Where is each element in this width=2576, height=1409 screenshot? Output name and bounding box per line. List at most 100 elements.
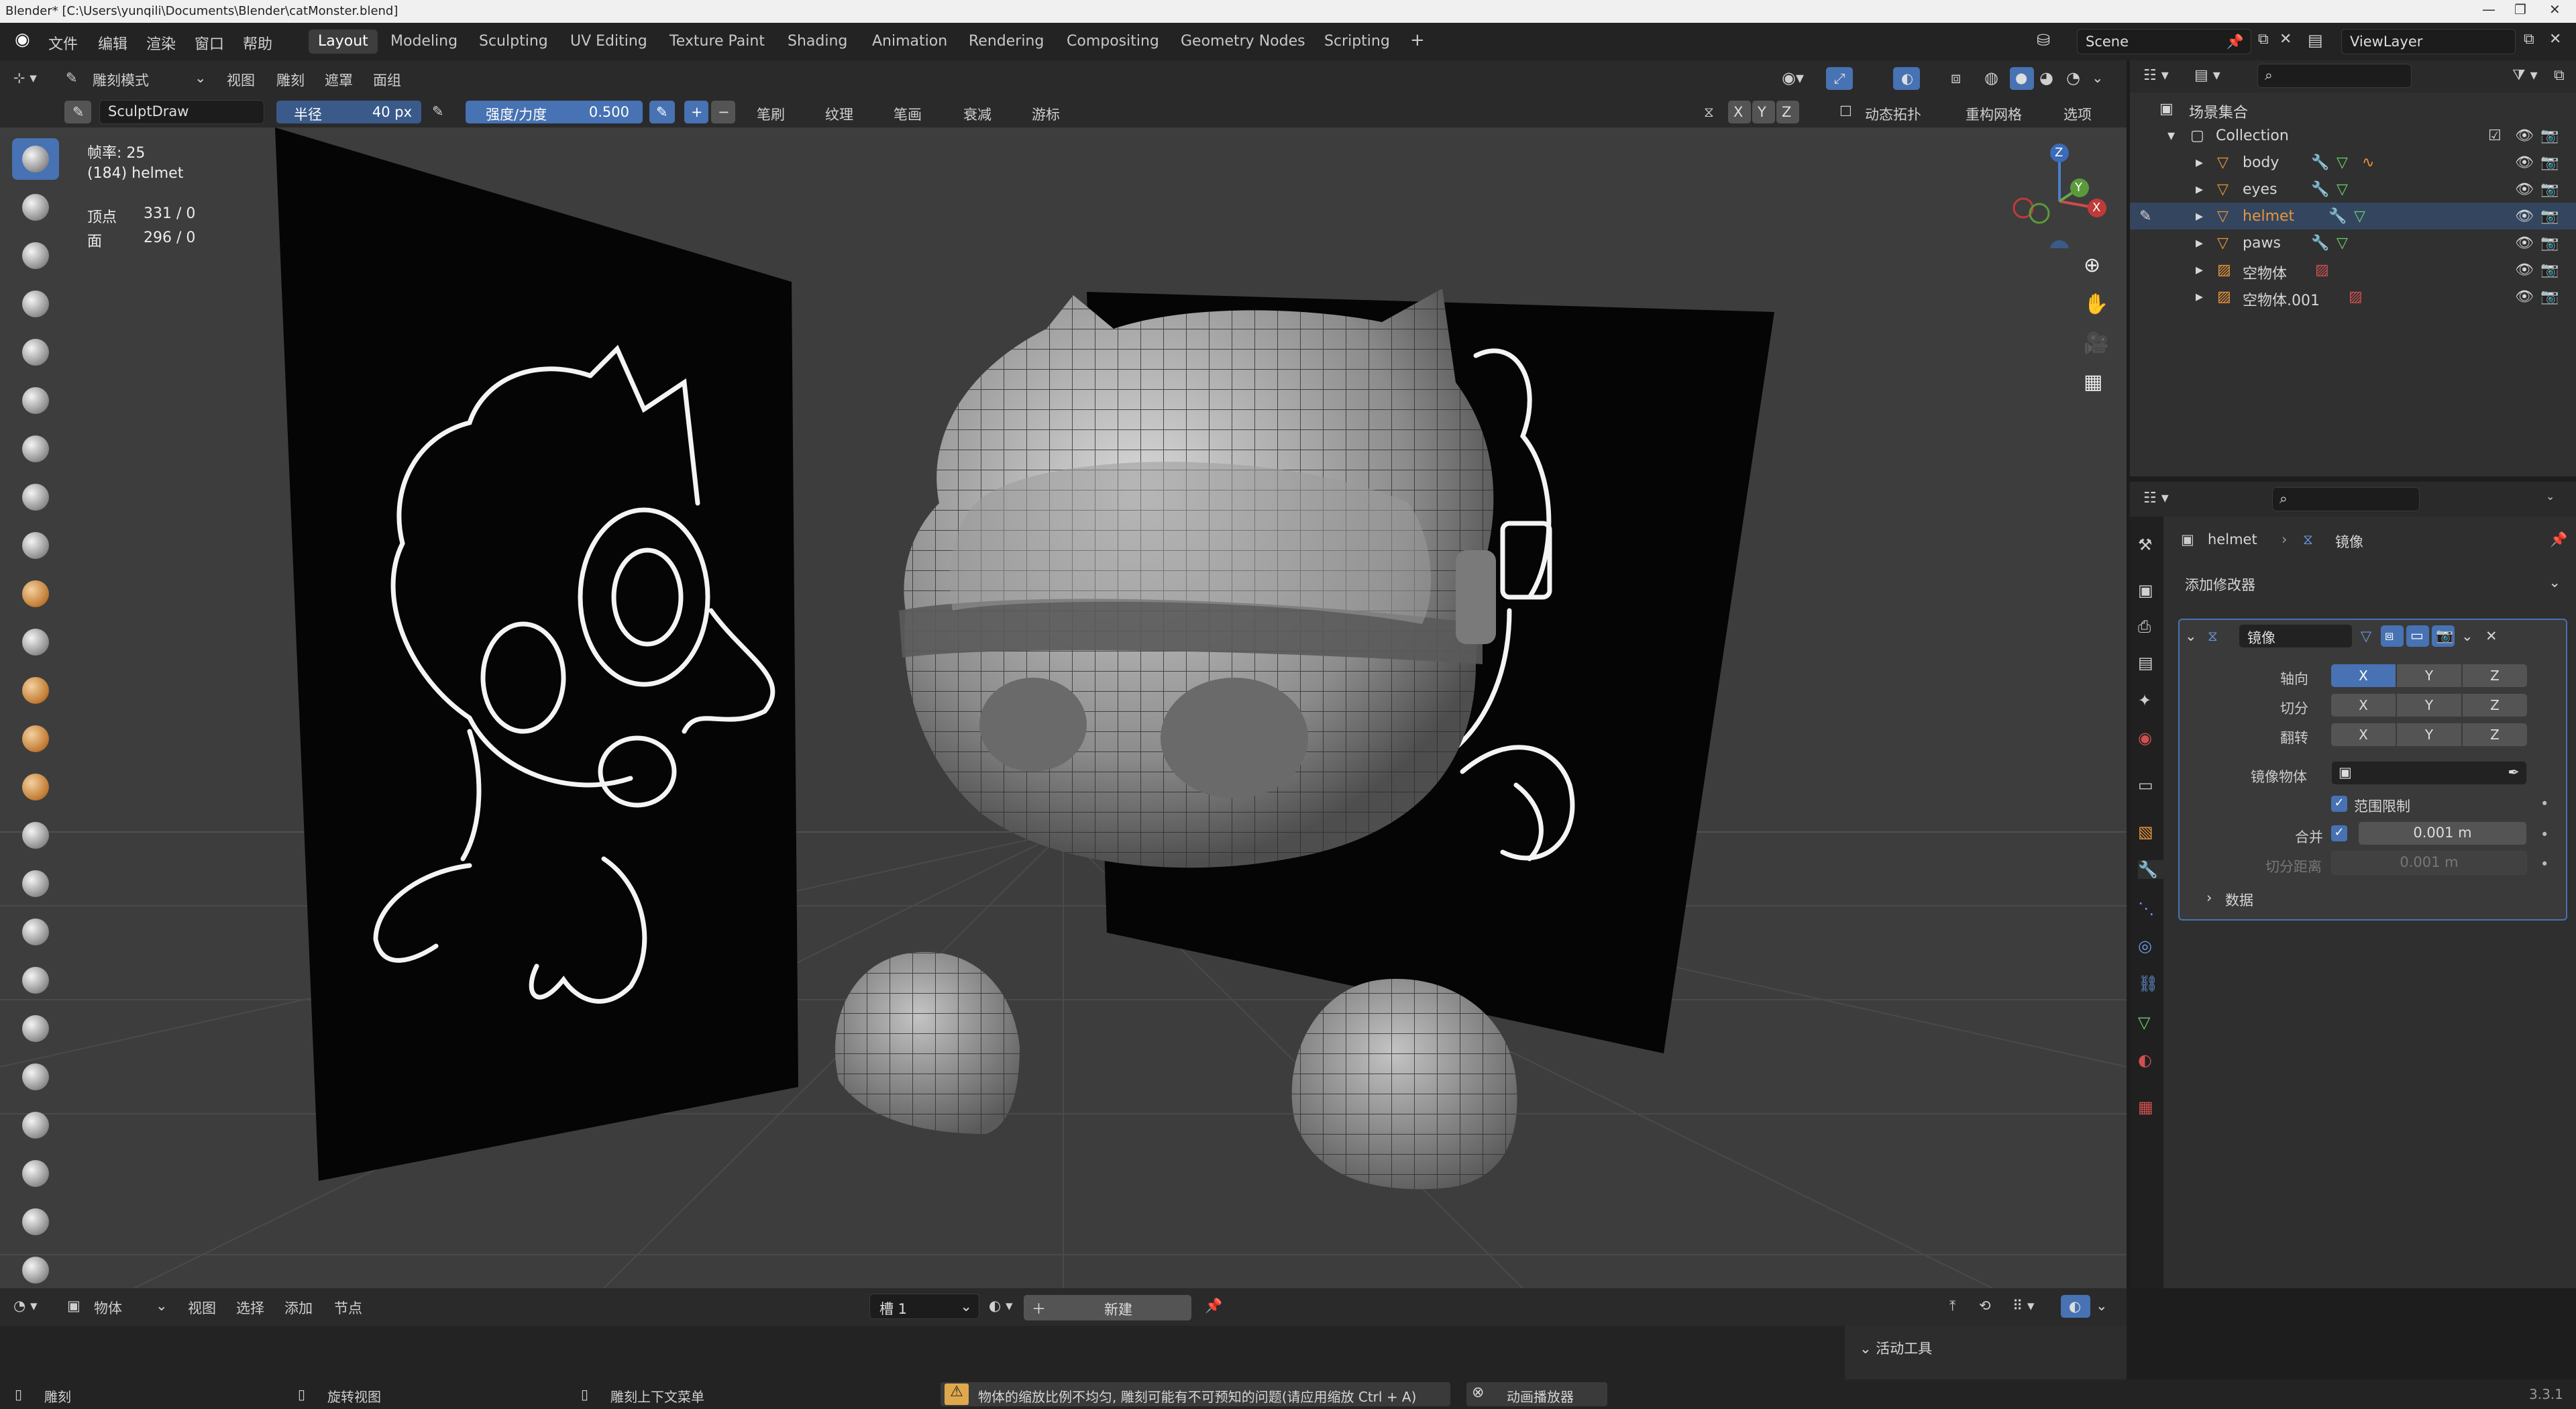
menu-window[interactable]: 窗口 xyxy=(195,32,224,54)
options-menu[interactable]: 选项 xyxy=(2063,104,2092,124)
menu-view[interactable]: 视图 xyxy=(188,1298,216,1318)
chevron-down-icon[interactable]: ⌄ xyxy=(2546,490,2555,503)
flip-x-button[interactable]: X xyxy=(2331,723,2396,746)
ortho-grid-icon[interactable]: ▦ xyxy=(2084,370,2102,394)
collection-tab-icon[interactable]: ▭ xyxy=(2138,776,2153,794)
expand-arrow-icon[interactable]: ▾ xyxy=(2167,127,2175,144)
xray-icon[interactable]: ⧈ xyxy=(1951,68,1961,87)
editor-type-icon[interactable]: ⊹ ▾ xyxy=(13,70,37,86)
wrench-modifier-icon[interactable]: 🔧 xyxy=(2328,208,2347,225)
physics-tab-icon[interactable]: ◎ xyxy=(2138,937,2152,955)
mesh-data-icon[interactable]: ▽ xyxy=(2337,235,2348,252)
strength-pressure-icon[interactable]: ✎ xyxy=(649,101,675,123)
overlay-toggle-icon[interactable]: ◐ xyxy=(2061,1295,2090,1318)
exclude-checkbox[interactable]: ☑ xyxy=(2488,127,2502,144)
close-icon[interactable]: ✕ xyxy=(2485,628,2498,644)
pin-icon[interactable]: 📌 xyxy=(2226,34,2244,50)
pin-icon[interactable]: 📌 xyxy=(1205,1298,1222,1314)
camera-render-icon[interactable]: 📷 xyxy=(2540,127,2559,144)
mirror-object-field[interactable]: ▣ ✒ xyxy=(2331,761,2527,785)
keyframe-dot-icon[interactable]: • xyxy=(2540,856,2548,872)
editor-type-icon[interactable]: ☷ ▾ xyxy=(2143,490,2169,507)
sculpt-icon[interactable]: ∿ xyxy=(2362,154,2374,171)
image-data-icon[interactable]: ▨ xyxy=(2315,262,2329,278)
navigation-gizmo[interactable]: Z Y X xyxy=(1999,141,2106,259)
view-layer-tab-icon[interactable]: ▤ xyxy=(2138,654,2153,672)
mesh-data-icon[interactable]: ▽ xyxy=(2354,208,2365,225)
camera-icon[interactable]: 🎥 xyxy=(2084,331,2108,355)
eye-icon[interactable]: 👁 xyxy=(2515,154,2534,171)
menu-node[interactable]: 节点 xyxy=(334,1298,362,1318)
sculpt-mode-indicator-icon[interactable]: ✎ xyxy=(2139,208,2151,225)
pin-icon[interactable]: 📌 xyxy=(2550,531,2567,548)
add-workspace-button[interactable]: + xyxy=(1401,27,1434,51)
scene-icon[interactable]: ⛁ xyxy=(2037,31,2050,50)
grab-brush-icon[interactable] xyxy=(12,863,59,904)
viewport-toggle-icon[interactable]: ▭ xyxy=(2406,625,2429,647)
remesh-menu[interactable]: 重构网格 xyxy=(1966,104,2022,124)
texture-tab-icon[interactable]: ▦ xyxy=(2138,1098,2153,1116)
collection-row[interactable]: ▾ ▢ Collection ☑ 👁 📷 xyxy=(2130,122,2576,149)
camera-render-icon[interactable]: 📷 xyxy=(2540,235,2559,252)
thumb-brush-icon[interactable] xyxy=(12,1008,59,1049)
new-material-button[interactable]: ＋ 新建 xyxy=(1024,1295,1191,1320)
delete-view-layer-icon[interactable]: ✕ xyxy=(2549,31,2561,48)
close-icon[interactable]: ✕ xyxy=(2549,1,2561,17)
dyntopo-menu[interactable]: 动态拓扑 xyxy=(1865,104,1921,124)
fill-brush-icon[interactable] xyxy=(12,670,59,711)
symmetry-z-button[interactable]: Z xyxy=(1776,101,1799,123)
brush-name-field[interactable]: SculptDraw xyxy=(99,100,264,124)
symmetry-x-button[interactable]: X xyxy=(1728,101,1751,123)
render-tab-icon[interactable]: ▣ xyxy=(2138,581,2153,600)
flip-z-button[interactable]: Z xyxy=(2463,723,2527,746)
menu-falloff[interactable]: 衰减 xyxy=(963,104,991,124)
eye-icon[interactable]: 👁 xyxy=(2515,181,2534,198)
outliner-item-empty-001[interactable]: ▸ ▨ 空物体.001 ▨ 👁 📷 xyxy=(2130,283,2576,310)
camera-render-icon[interactable]: 📷 xyxy=(2540,262,2559,278)
scrape-brush-icon[interactable] xyxy=(12,718,59,760)
tab-geometry-nodes[interactable]: Geometry Nodes xyxy=(1171,30,1315,54)
wrench-modifier-icon[interactable]: 🔧 xyxy=(2311,154,2329,171)
tab-shading[interactable]: Shading xyxy=(778,30,857,54)
camera-render-icon[interactable]: 📷 xyxy=(2540,208,2559,225)
menu-face-sets[interactable]: 面组 xyxy=(373,70,401,90)
node-editor-area[interactable]: ⌄ 活动工具 xyxy=(0,1326,2127,1379)
tab-compositing[interactable]: Compositing xyxy=(1057,30,1169,54)
material-shading-icon[interactable]: ◕ xyxy=(2039,68,2053,87)
output-tab-icon[interactable]: ⎙ xyxy=(2138,617,2151,636)
wrench-modifier-icon[interactable]: 🔧 xyxy=(2311,235,2329,252)
add-direction-button[interactable]: + xyxy=(684,101,708,123)
menu-cursor[interactable]: 游标 xyxy=(1032,104,1060,124)
active-tool-label[interactable]: ⌄ 活动工具 xyxy=(1860,1338,1932,1358)
axis-x-button[interactable]: X xyxy=(2331,664,2396,687)
menu-sculpt[interactable]: 雕刻 xyxy=(276,70,305,90)
visibility-icon[interactable]: ◉▾ xyxy=(1782,68,1804,87)
snap-options-icon[interactable]: ⠿ ▾ xyxy=(2012,1298,2035,1314)
3d-viewport[interactable]: 帧率: 25 (184) helmet 顶点 331 / 0 面 296 / 0… xyxy=(0,127,2127,1288)
axis-y-button[interactable]: Y xyxy=(2397,664,2461,687)
menu-add[interactable]: 添加 xyxy=(284,1298,313,1318)
chevron-down-icon[interactable]: ⌄ xyxy=(2096,1298,2108,1314)
camera-render-icon[interactable]: 📷 xyxy=(2540,181,2559,198)
editor-type-icon[interactable]: ◔ ▾ xyxy=(13,1298,38,1314)
slide-relax-brush-icon[interactable] xyxy=(12,1201,59,1243)
chevron-down-icon[interactable]: ⌄ xyxy=(195,70,207,86)
warning-banner[interactable]: ⚠ 物体的缩放比例不均匀, 雕刻可能有不可预知的问题(请应用缩放 Ctrl + … xyxy=(941,1382,1450,1406)
radius-slider[interactable]: 半径 40 px xyxy=(276,101,421,123)
tab-rendering[interactable]: Rendering xyxy=(959,30,1053,54)
menu-view[interactable]: 视图 xyxy=(227,70,255,90)
shading-options-icon[interactable]: ⌄ xyxy=(2092,70,2104,86)
editor-type-icon[interactable]: ☷ ▾ xyxy=(2143,67,2169,84)
camera-render-icon[interactable]: 📷 xyxy=(2540,289,2559,305)
rendered-shading-icon[interactable]: ◔ xyxy=(2066,68,2080,87)
object-tab-icon[interactable]: ▧ xyxy=(2138,823,2153,841)
expand-arrow-icon[interactable]: ▸ xyxy=(2196,262,2203,278)
blender-logo-icon[interactable]: ◉ xyxy=(15,30,30,50)
outliner-item-eyes[interactable]: ▸ ▽ eyes 🔧 ▽ 👁 📷 xyxy=(2130,176,2576,203)
flip-y-button[interactable]: Y xyxy=(2397,723,2461,746)
bisect-distance-field[interactable]: 0.001 m xyxy=(2331,851,2527,875)
material-tab-icon[interactable]: ◐ xyxy=(2138,1051,2152,1069)
eye-icon[interactable]: 👁 xyxy=(2515,235,2534,252)
clay-thumb-brush-icon[interactable] xyxy=(12,331,59,373)
modifier-name-field[interactable]: 镜像 xyxy=(2239,624,2353,648)
